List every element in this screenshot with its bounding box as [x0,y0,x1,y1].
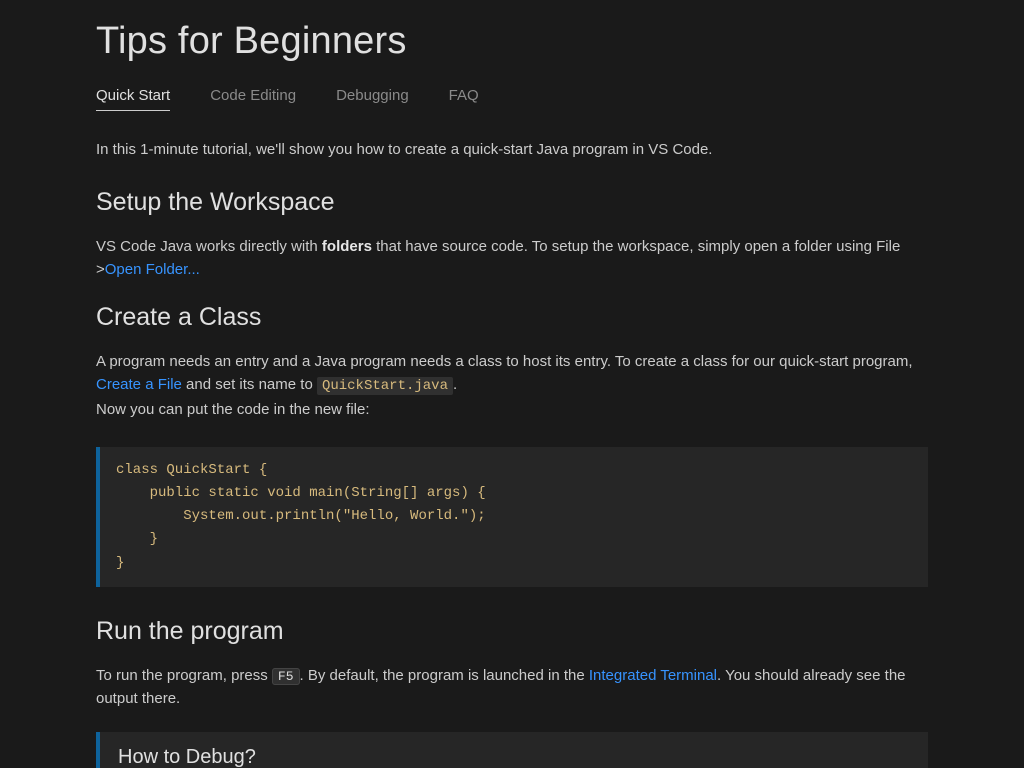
tab-code-editing[interactable]: Code Editing [210,87,296,111]
link-create-file[interactable]: Create a File [96,376,182,393]
callout-how-to-debug: How to Debug? When you press F5, you are… [96,732,928,768]
setup-paragraph: VS Code Java works directly with folders… [96,235,928,282]
code-block-quickstart: class QuickStart { public static void ma… [96,447,928,586]
tab-debugging[interactable]: Debugging [336,87,409,111]
text: . By default, the program is launched in… [300,667,589,684]
page-root: Tips for Beginners Quick Start Code Edit… [0,0,1024,768]
run-paragraph: To run the program, press F5. By default… [96,664,928,711]
text: A program needs an entry and a Java prog… [96,353,913,370]
intro-text: In this 1-minute tutorial, we'll show yo… [96,139,928,162]
text: To run the program, press [96,667,272,684]
callout-heading: How to Debug? [118,746,910,768]
link-open-folder[interactable]: Open Folder... [105,261,200,278]
create-paragraph: A program needs an entry and a Java prog… [96,350,928,421]
text: Now you can put the code in the new file… [96,401,370,418]
text: VS Code Java works directly with [96,238,322,255]
heading-setup-workspace: Setup the Workspace [96,188,928,217]
tab-faq[interactable]: FAQ [449,87,479,111]
text: . [453,376,457,393]
code-filename: QuickStart.java [317,377,453,395]
link-integrated-terminal[interactable]: Integrated Terminal [589,667,717,684]
heading-run-program: Run the program [96,617,928,646]
text: and set its name to [182,376,317,393]
kbd-f5: F5 [272,668,300,685]
bold-folders: folders [322,238,372,255]
page-title: Tips for Beginners [96,20,928,63]
heading-create-class: Create a Class [96,303,928,332]
tab-quick-start[interactable]: Quick Start [96,87,170,111]
tab-bar: Quick Start Code Editing Debugging FAQ [96,87,928,111]
